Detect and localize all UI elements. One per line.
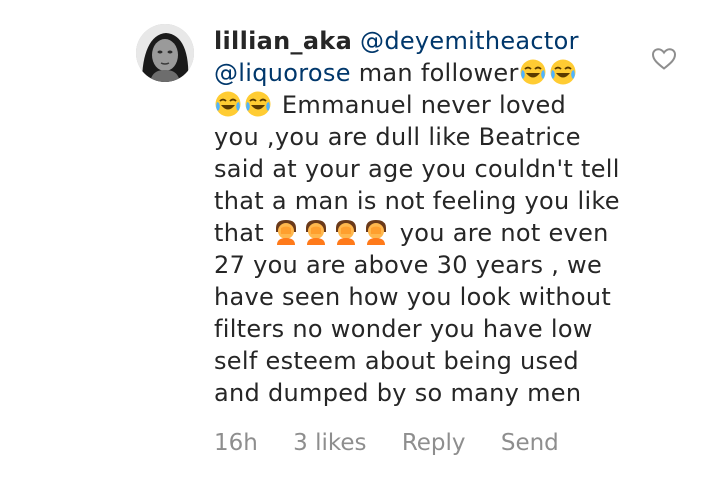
comment-text: man follower bbox=[350, 59, 519, 87]
face-with-tears-of-joy-icon bbox=[214, 90, 242, 118]
comment-line: you ,you are dull like Beatrice bbox=[214, 123, 581, 151]
comment-text: that bbox=[214, 219, 272, 247]
face-palm-icon bbox=[302, 218, 330, 246]
comment-line: have seen how you look without bbox=[214, 283, 612, 311]
face-with-tears-of-joy-icon bbox=[549, 58, 577, 86]
comment-line: lillian_aka @deyemitheactor bbox=[214, 25, 634, 57]
comment-actions: 16h 3 likes Reply Send bbox=[214, 430, 587, 456]
mention-link[interactable]: @liquorose bbox=[214, 59, 351, 87]
comment-line: that a man is not feeling you like bbox=[214, 187, 620, 215]
comment-item: lillian_aka @deyemitheactor @liquorose m… bbox=[0, 0, 720, 500]
avatar[interactable] bbox=[136, 24, 194, 82]
comment-line: that you are not even bbox=[214, 217, 634, 249]
face-palm-icon bbox=[272, 218, 300, 246]
face-with-tears-of-joy-icon bbox=[244, 90, 272, 118]
mention-link[interactable]: @deyemitheactor bbox=[360, 27, 579, 55]
comment-line: @liquorose man follower bbox=[214, 57, 634, 89]
reply-button[interactable]: Reply bbox=[402, 430, 466, 456]
comment-line: Emmanuel never loved bbox=[214, 89, 634, 121]
comment-line: self esteem about being used bbox=[214, 347, 579, 375]
face-with-tears-of-joy-icon bbox=[519, 58, 547, 86]
likes-count-link[interactable]: 3 likes bbox=[293, 430, 366, 456]
comment-username[interactable]: lillian_aka bbox=[214, 27, 352, 55]
like-heart-icon[interactable] bbox=[651, 47, 677, 71]
face-palm-icon bbox=[362, 218, 390, 246]
comment-timestamp: 16h bbox=[214, 430, 258, 456]
comment-line: said at your age you couldn't tell bbox=[214, 155, 620, 183]
comment-text: you are not even bbox=[391, 219, 609, 247]
comment-line: and dumped by so many men bbox=[214, 379, 582, 407]
comment-text: Emmanuel never loved bbox=[274, 91, 567, 119]
send-button[interactable]: Send bbox=[501, 430, 559, 456]
comment-line: 27 you are above 30 years , we bbox=[214, 251, 603, 279]
face-palm-icon bbox=[332, 218, 360, 246]
comment-line: filters no wonder you have low bbox=[214, 315, 593, 343]
comment-body: lillian_aka @deyemitheactor @liquorose m… bbox=[214, 25, 634, 409]
